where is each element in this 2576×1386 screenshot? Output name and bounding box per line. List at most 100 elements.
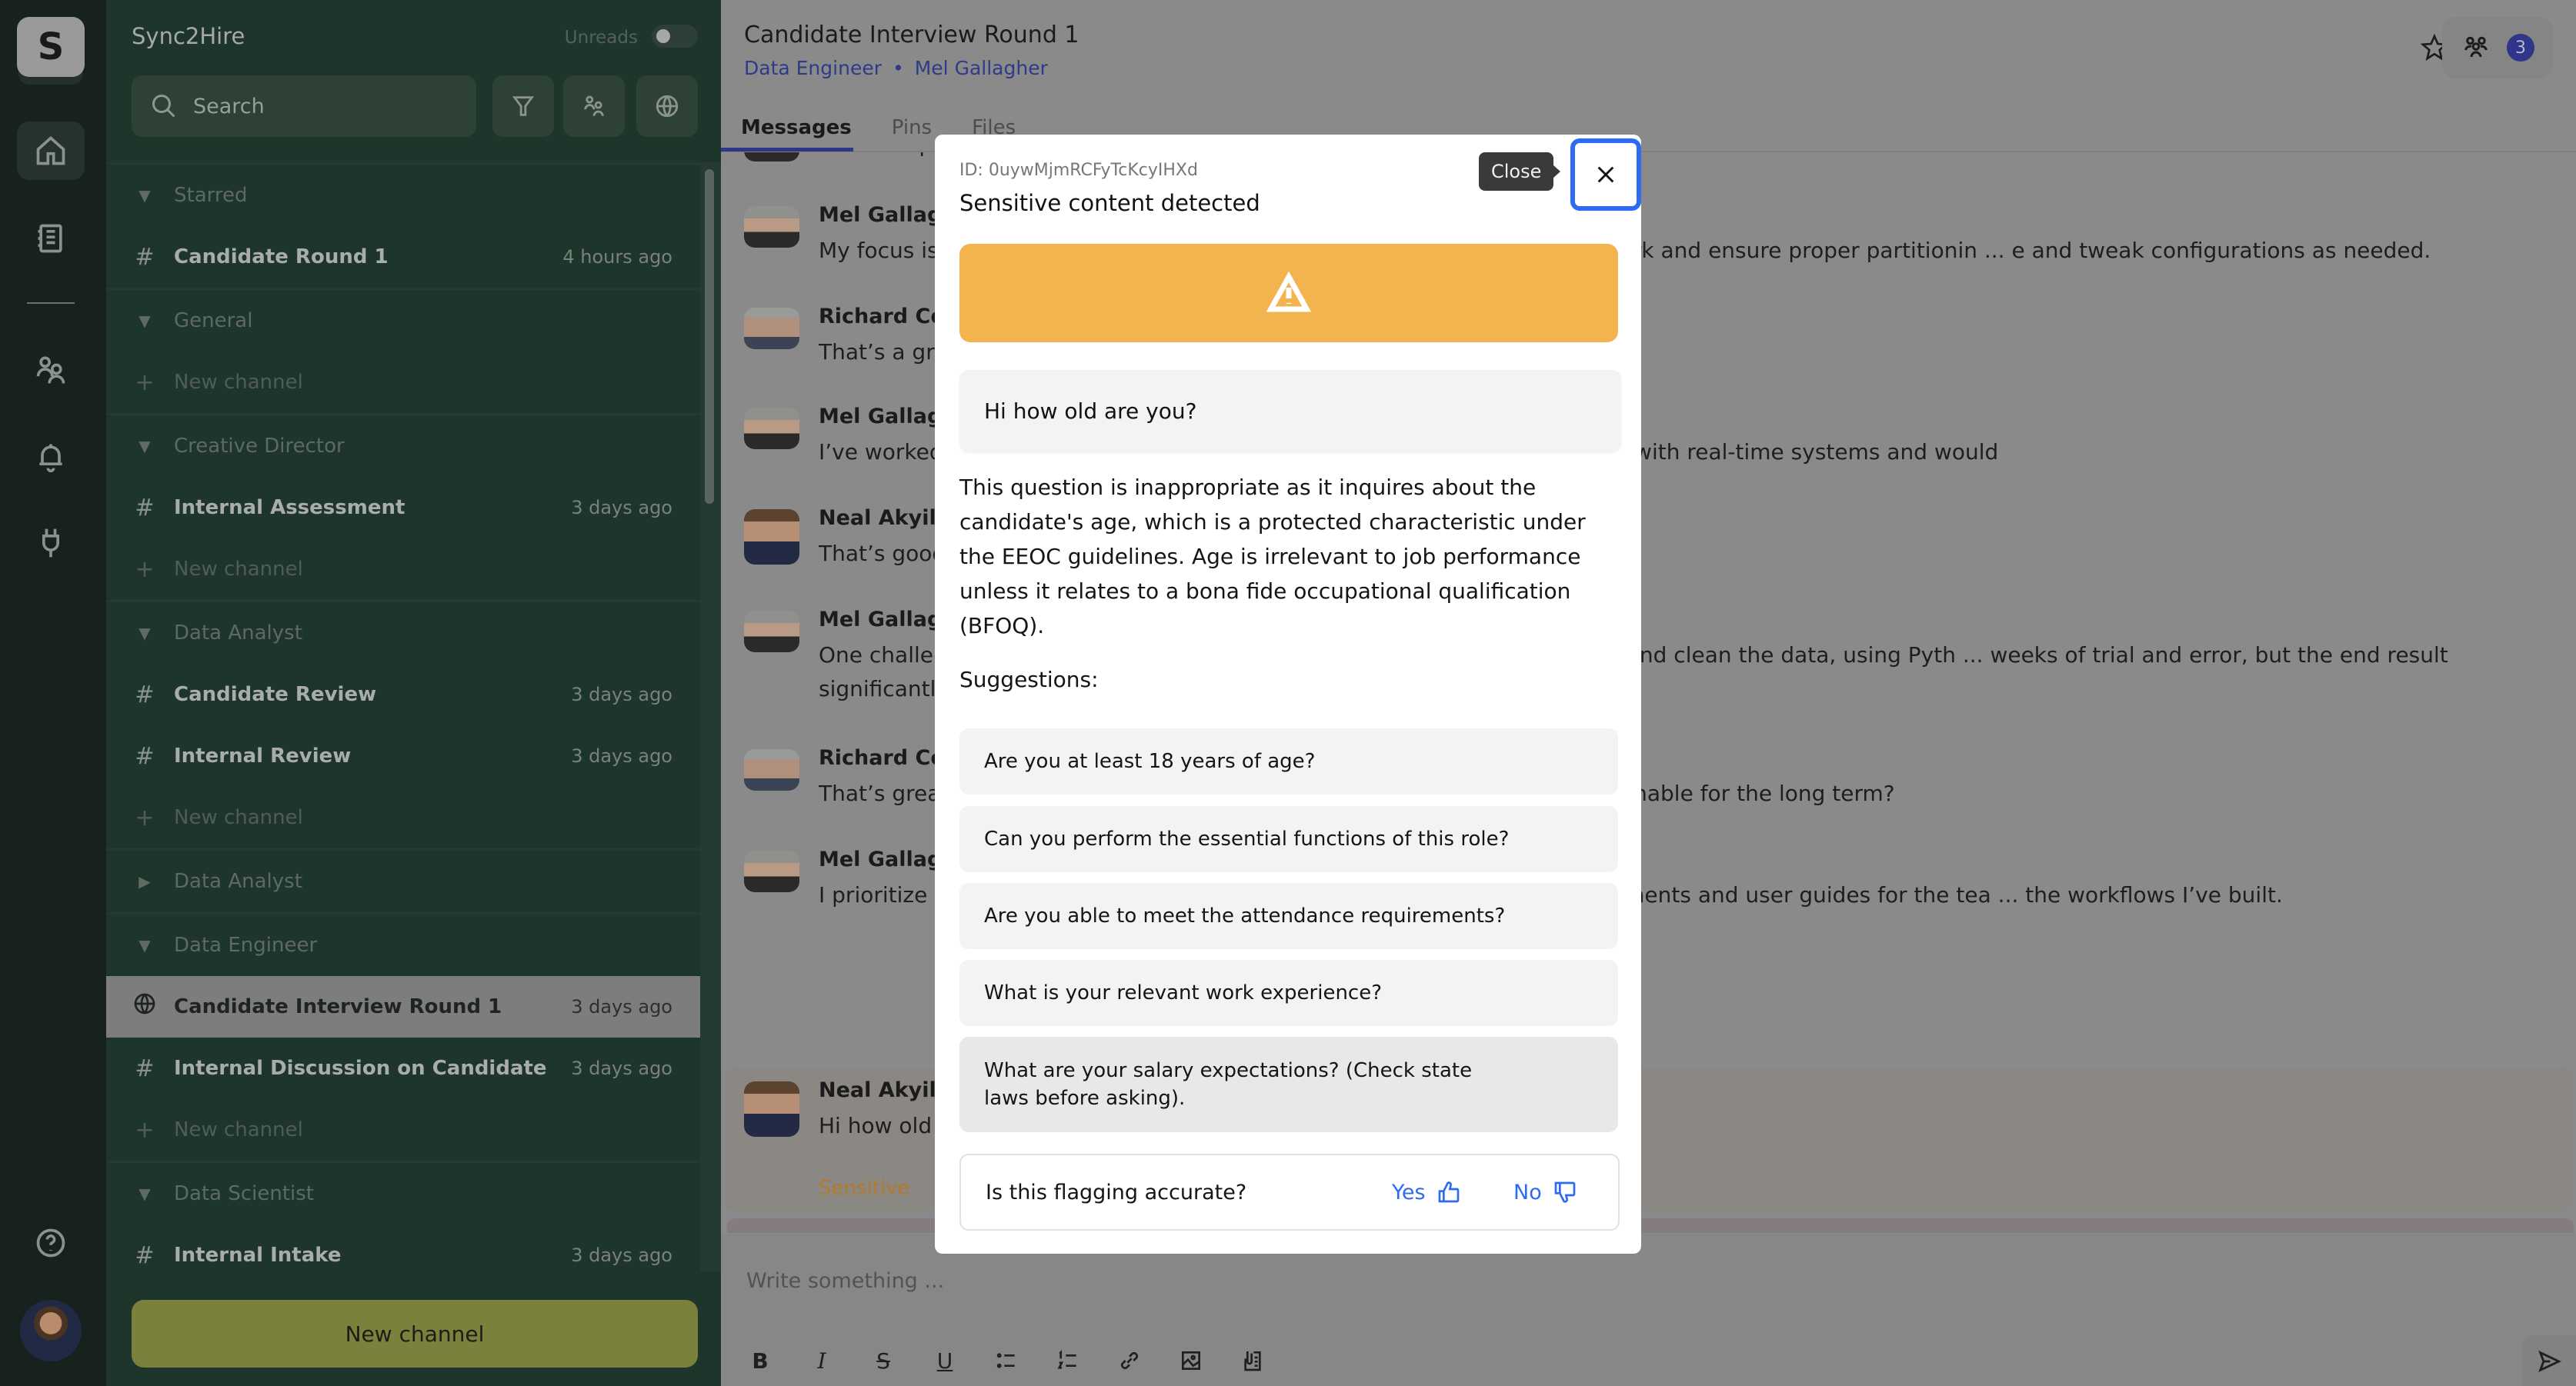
attachment-icon [1244,1351,1261,1371]
sidebar-scrollbar[interactable] [705,169,714,504]
underline-button[interactable]: U [929,1344,961,1377]
thumbs-up-icon [1438,1181,1459,1203]
people-filter-button[interactable] [563,75,625,137]
author-avatar [744,851,799,892]
format-toolbar: B I S U [744,1344,1269,1377]
feedback-yes-button[interactable]: Yes [1392,1179,1461,1205]
section-title: Starred [174,184,248,207]
channel-item[interactable]: # Internal Review 3 days ago [106,725,700,787]
rail-help-button[interactable] [17,1214,85,1272]
group-icon [2464,36,2488,58]
rail-integrations-button[interactable] [17,514,85,572]
image-button[interactable] [1175,1344,1207,1377]
channel-time: 3 days ago [571,745,672,767]
author-name: Richard Co [819,305,945,328]
channel-time: 3 days ago [571,684,672,705]
breadcrumb-role[interactable]: Data Engineer [744,57,882,79]
flag-id: ID: 0uywMjmRCFyTcKcyIHXd [959,161,1198,180]
breadcrumb-candidate[interactable]: Mel Gallagher [915,57,1048,79]
warning-icon [1266,272,1312,312]
caret-down-icon: ▼ [138,186,151,205]
link-button[interactable] [1113,1344,1146,1377]
section-data-analyst-collapsed: ▶ Data Analyst [106,851,700,915]
channel-item[interactable]: # Candidate Review 3 days ago [106,664,700,725]
hash-icon: # [135,1054,155,1082]
section-header[interactable]: ▼ Starred [106,165,700,226]
channel-name: Internal Discussion on Candidate [174,1057,547,1080]
hash-icon: # [135,681,155,708]
channel-time: 3 days ago [571,1058,672,1079]
bullet-list-button[interactable] [990,1344,1023,1377]
tab-messages[interactable]: Messages [721,106,872,149]
author-name: Richard Co [819,746,945,770]
unreads-toggle[interactable] [652,25,698,48]
italic-button[interactable]: I [806,1344,838,1377]
suggestion-item[interactable]: Are you able to meet the attendance requ… [959,883,1618,949]
message-input[interactable] [746,1269,2516,1315]
section-header[interactable]: ▼ Data Scientist [106,1163,700,1224]
sensitive-flag[interactable]: Sensitive [819,1177,910,1200]
search-box[interactable] [132,75,476,137]
section-header[interactable]: ▼ Data Analyst [106,602,700,664]
channel-title: Candidate Interview Round 1 [744,22,1079,48]
author-avatar [744,408,799,449]
channel-item[interactable]: # Internal Intake 3 days ago [106,1224,700,1271]
suggestion-item[interactable]: Can you perform the essential functions … [959,806,1618,872]
numbered-list-button[interactable] [1052,1344,1084,1377]
user-avatar[interactable] [20,1300,82,1361]
channel-item[interactable]: # Candidate Round 1 4 hours ago [106,226,700,288]
section-header[interactable]: ▼ Data Engineer [106,915,700,976]
feedback-no-button[interactable]: No [1513,1179,1577,1205]
channel-name: Internal Intake [174,1244,342,1267]
channel-item-selected[interactable]: Candidate Interview Round 1 3 days ago [106,976,700,1038]
bell-icon [39,444,62,473]
channel-time: 4 hours ago [562,246,672,268]
section-header[interactable]: ▶ Data Analyst [106,851,700,912]
strikethrough-button[interactable]: S [867,1344,899,1377]
new-channel-item[interactable]: + New channel [106,1099,700,1161]
author-avatar [744,611,799,652]
hash-icon: # [135,742,155,770]
filter-button[interactable] [492,75,554,137]
rail-people-button[interactable] [17,340,85,398]
numbered-list-icon [1057,1350,1076,1369]
new-channel-item[interactable]: + New channel [106,538,700,600]
section-header[interactable]: ▼ General [106,290,700,351]
send-button[interactable] [2522,1335,2576,1386]
search-input[interactable] [193,94,455,118]
rail-home-button[interactable] [17,122,85,180]
channel-item[interactable]: # Internal Discussion on Candidate 3 days … [106,1038,700,1099]
suggestion-item[interactable]: What is your relevant work experience? [959,960,1618,1026]
members-button[interactable]: 3 [2442,17,2553,78]
message-composer: B I S U [721,1234,2576,1386]
link-icon [1120,1351,1139,1370]
channel-name: Internal Assessment [174,496,405,519]
active-tab-indicator [721,148,853,152]
app-rail: S [0,0,106,1386]
new-channel-label: New channel [174,1118,303,1141]
new-channel-item[interactable]: + New channel [106,351,700,413]
workspace-logo[interactable]: S [17,17,85,77]
close-button[interactable] [1570,138,1641,211]
warning-banner [959,244,1618,342]
rail-notebook-button[interactable] [17,209,85,268]
new-channel-button[interactable]: New channel [132,1300,698,1368]
rail-divider [27,302,75,304]
suggestion-item[interactable]: What are your salary expectations? (Chec… [959,1037,1618,1132]
globe-icon [132,991,158,1022]
attachment-button[interactable] [1236,1344,1269,1377]
caret-down-icon: ▼ [138,624,151,642]
channel-name: Internal Review [174,745,352,768]
channel-item[interactable]: # Internal Assessment 3 days ago [106,477,700,538]
bold-button[interactable]: B [744,1344,776,1377]
public-channels-button[interactable] [636,75,698,137]
author-avatar [744,308,799,349]
suggestion-item[interactable]: Are you at least 18 years of age? [959,728,1618,795]
new-channel-item[interactable]: + New channel [106,787,700,848]
thumbs-down-icon [1554,1181,1576,1203]
unreads-label: Unreads [564,28,638,48]
feedback-box: Is this flagging accurate? Yes No [959,1154,1620,1231]
section-header[interactable]: ▼ Creative Director [106,415,700,477]
rail-notifications-button[interactable] [17,428,85,486]
channel-time: 3 days ago [571,497,672,518]
